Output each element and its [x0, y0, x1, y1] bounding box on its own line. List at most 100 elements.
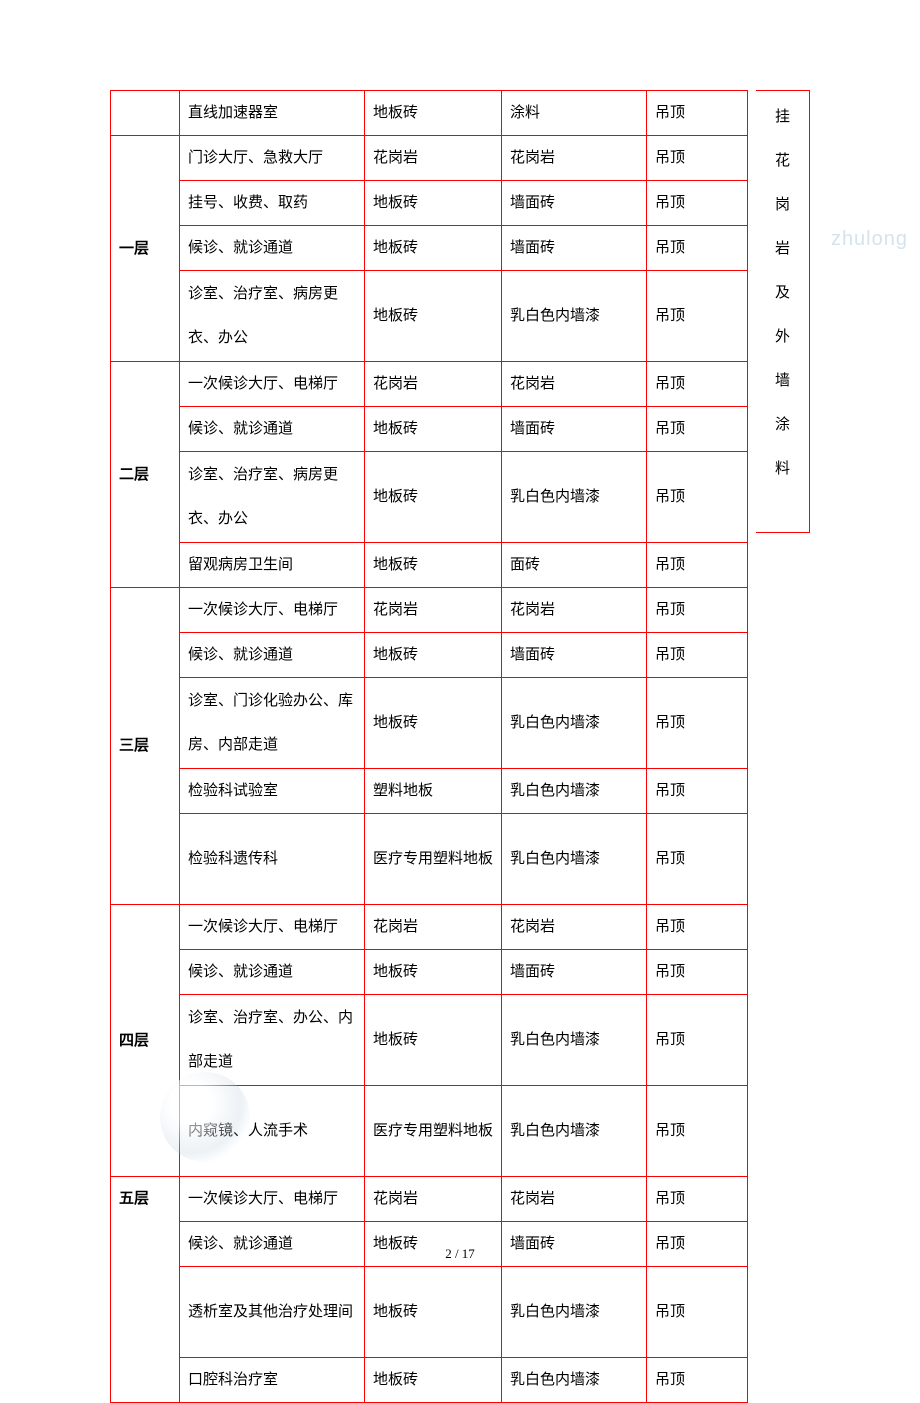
cell-text: 候诊、就诊通道: [188, 964, 293, 980]
table-cell: 挂号、收费、取药: [180, 181, 365, 226]
table-row: 四层一次候诊大厅、电梯厅花岗岩花岗岩吊顶: [111, 905, 748, 950]
table-cell: 吊顶: [647, 362, 748, 407]
cell-text: 花岗岩: [373, 602, 418, 618]
table-row: 五层一次候诊大厅、电梯厅花岗岩花岗岩吊顶: [111, 1177, 748, 1222]
table-row: 留观病房卫生间地板砖 面砖 吊顶: [111, 543, 748, 588]
floor-cell: 四层: [111, 905, 180, 1177]
cell-text: 地板砖: [373, 421, 418, 437]
cell-text: 花岗岩: [373, 376, 418, 392]
cell-text: 一次候诊大厅、电梯厅: [188, 376, 338, 392]
cell-text: 吊顶: [655, 105, 685, 121]
cell-text: 吊顶: [655, 240, 685, 256]
cell-text: 吊顶: [655, 837, 685, 881]
table-cell: 吊顶: [647, 769, 748, 814]
cell-text: 墙面砖: [510, 647, 555, 663]
table-cell: 吊顶: [647, 905, 748, 950]
table-row: 直线加速器室地板砖涂料吊顶: [111, 91, 748, 136]
table-cell: 花岗岩: [502, 136, 647, 181]
cell-text: 挂号、收费、取药: [188, 195, 308, 211]
main-table: 直线加速器室地板砖涂料吊顶一层门诊大厅、急救大厅花岗岩花岗岩吊顶挂号、收费、取药…: [110, 90, 748, 1403]
floor-cell: [111, 91, 180, 136]
table-cell: 吊顶: [647, 181, 748, 226]
table-cell: 花岗岩: [365, 136, 502, 181]
side-column-char: 花: [756, 139, 809, 183]
table-cell: 吊顶: [647, 995, 748, 1086]
table-cell: 一次候诊大厅、电梯厅: [180, 1177, 365, 1222]
cell-text: 检验科试验室: [188, 783, 278, 799]
table-row: 挂号、收费、取药 地板砖 墙面砖 吊顶: [111, 181, 748, 226]
table-cell: 吊顶: [647, 91, 748, 136]
table-row: 候诊、就诊通道地板砖墙面砖吊顶: [111, 950, 748, 995]
table-cell: 吊顶: [647, 452, 748, 543]
table-cell: 墙面砖: [502, 226, 647, 271]
table-cell: 乳白色内墙漆: [502, 995, 647, 1086]
cell-text: 吊顶: [655, 150, 685, 166]
cell-text: 内窥镜、人流手术: [188, 1109, 308, 1153]
cell-text: 地板砖: [373, 195, 418, 211]
cell-text: 吊顶: [655, 421, 685, 437]
cell-text: 面砖: [510, 557, 540, 573]
table-cell: 吊顶: [647, 136, 748, 181]
cell-text: 花岗岩: [510, 602, 555, 618]
floor-cell: 一层: [111, 136, 180, 362]
cell-text: 乳白色内墙漆: [510, 701, 600, 745]
cell-text: 地板砖: [373, 1290, 418, 1334]
table-cell: 地板砖: [365, 181, 502, 226]
side-column-char: 墙: [756, 359, 809, 403]
cell-text: 地板砖: [373, 647, 418, 663]
side-column-char: 挂: [756, 95, 809, 139]
cell-text: 乳白色内墙漆: [510, 1018, 600, 1062]
table-cell: 吊顶: [647, 1086, 748, 1177]
table-cell: 留观病房卫生间: [180, 543, 365, 588]
table-cell: 吊顶: [647, 271, 748, 362]
cell-text: 吊顶: [655, 1191, 685, 1207]
cell-text: 医疗专用塑料地板: [373, 837, 493, 881]
table-cell: 地板砖: [365, 995, 502, 1086]
table-cell: 乳白色内墙漆: [502, 769, 647, 814]
cell-text: 吊顶: [655, 475, 685, 519]
table-cell: 地板砖: [365, 407, 502, 452]
table-cell: 诊室、治疗室、办公、内部走道: [180, 995, 365, 1086]
cell-text: 诊室、门诊化验办公、库房、内部走道: [188, 679, 356, 767]
cell-text: 地板砖: [373, 475, 418, 519]
cell-text: 地板砖: [373, 240, 418, 256]
cell-text: 门诊大厅、急救大厅: [188, 150, 323, 166]
cell-text: 一次候诊大厅、电梯厅: [188, 602, 338, 618]
cell-text: 地板砖: [373, 557, 418, 573]
cell-text: 口腔科治疗室: [188, 1372, 278, 1388]
table-cell: 乳白色内墙漆: [502, 1358, 647, 1403]
table-cell: 涂料: [502, 91, 647, 136]
table-cell: 医疗专用塑料地板: [365, 1086, 502, 1177]
table-row: 检验科遗传科医疗专用塑料地板乳白色内墙漆吊顶: [111, 814, 748, 905]
table-cell: 地板砖: [365, 271, 502, 362]
cell-text: 塑料地板: [373, 783, 433, 799]
table-cell: 墙面砖: [502, 181, 647, 226]
table-cell: 直线加速器室: [180, 91, 365, 136]
table-cell: 吊顶: [647, 1267, 748, 1358]
floor-cell: 二层: [111, 362, 180, 588]
table-cell: 吊顶: [647, 588, 748, 633]
table-cell: 候诊、就诊通道: [180, 407, 365, 452]
table-cell: 吊顶: [647, 543, 748, 588]
table-cell: 花岗岩: [502, 1177, 647, 1222]
table-row: 三层一次候诊大厅、电梯厅花岗岩花岗岩吊顶: [111, 588, 748, 633]
table-cell: 医疗专用塑料地板: [365, 814, 502, 905]
cell-text: 候诊、就诊通道: [188, 421, 293, 437]
cell-text: 诊室、治疗室、病房更衣、办公: [188, 453, 356, 541]
table-cell: 诊室、治疗室、病房更衣、办公: [180, 271, 365, 362]
document-page: zhulong 直线加速器室地板砖涂料吊顶一层门诊大厅、急救大厅花岗岩花岗岩吊顶…: [0, 0, 920, 1302]
cell-text: 吊顶: [655, 647, 685, 663]
table-cell: 墙面砖: [502, 950, 647, 995]
table-cell: 内窥镜、人流手术: [180, 1086, 365, 1177]
table-row: 透析室及其他治疗处理间地板砖乳白色内墙漆吊顶: [111, 1267, 748, 1358]
table-cell: 墙面砖: [502, 633, 647, 678]
table-cell: 地板砖: [365, 1267, 502, 1358]
cell-text: 花岗岩: [510, 376, 555, 392]
cell-text: 墙面砖: [510, 195, 555, 211]
cell-text: 地板砖: [373, 294, 418, 338]
table-row: 候诊、就诊通道地板砖墙面砖吊顶: [111, 633, 748, 678]
table-cell: 花岗岩: [365, 362, 502, 407]
cell-text: 检验科遗传科: [188, 837, 278, 881]
cell-text: 花岗岩: [510, 919, 555, 935]
table-cell: 花岗岩: [365, 1177, 502, 1222]
